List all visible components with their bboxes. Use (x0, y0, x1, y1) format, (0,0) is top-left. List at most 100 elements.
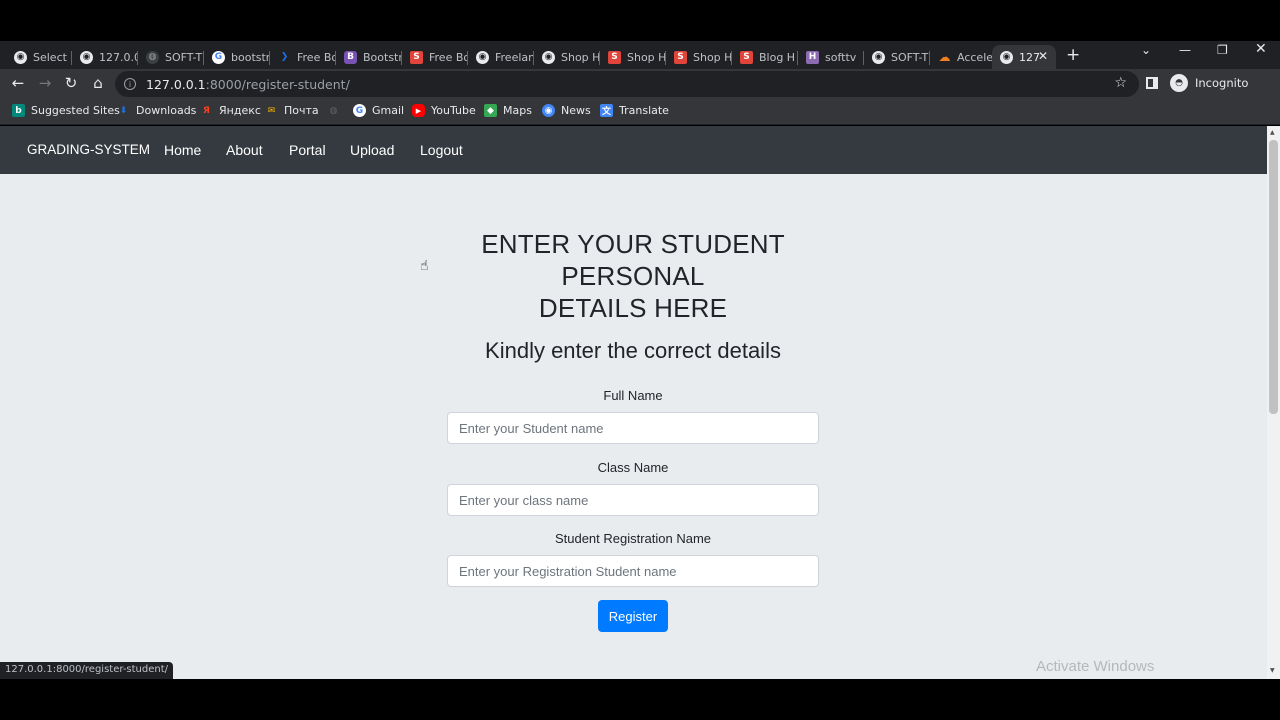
restore-icon[interactable]: ❐ (1217, 43, 1228, 57)
globe-icon: ◉ (1000, 50, 1013, 64)
site-navbar: GRADING-SYSTEM Home About Portal Upload … (0, 126, 1267, 174)
forward-icon[interactable]: → (35, 74, 55, 92)
tab-title: 127.0.0 (99, 50, 138, 64)
bookmark-suggested-sites[interactable]: b Suggested Sites (12, 104, 120, 117)
tab-title: Blog H (759, 50, 796, 64)
url-text[interactable]: 127.0.0.1:8000/register-student/ (146, 77, 350, 92)
tab-search-icon[interactable]: ⌄ (1141, 43, 1151, 57)
bookmark-gmail[interactable]: G Gmail (353, 104, 404, 117)
news-icon: ◉ (542, 104, 555, 117)
site-info-icon[interactable]: i (124, 78, 136, 90)
tab-2[interactable]: ◍ SOFT-T (138, 45, 204, 69)
tab-title: Shop H (561, 50, 600, 64)
bookmark-blank[interactable]: ◍ (327, 104, 346, 117)
google-icon: G (353, 104, 366, 117)
s-logo-icon: S (608, 50, 621, 64)
bookmark-maps[interactable]: ◆ Maps (484, 104, 532, 117)
page-title-line2: DETAILS HERE (538, 293, 728, 323)
tab-4[interactable]: ❯ Free Bo (270, 45, 336, 69)
tab-10[interactable]: S Shop H (666, 45, 732, 69)
registration-name-input[interactable] (447, 555, 819, 587)
bookmarks-bar: b Suggested Sites ⬇ Downloads Я Яндекс ✉ Поч… (0, 99, 1280, 125)
incognito-badge[interactable]: ◓ Incognito (1170, 74, 1248, 92)
registration-name-label: Student Registration Name (554, 531, 712, 546)
tab-title: softtv (825, 50, 857, 64)
world-icon: ◍ (146, 50, 159, 64)
tab-7[interactable]: ◉ Freelan (468, 45, 534, 69)
bookmark-label: Translate (619, 104, 669, 117)
tab-title: Acceler (957, 50, 992, 64)
download-icon: ⬇ (119, 105, 128, 116)
scroll-down-icon[interactable]: ▼ (1270, 667, 1275, 674)
tab-title: Shop H (627, 50, 666, 64)
video-letterbox-top (0, 0, 1280, 41)
tab-active[interactable]: ◉ 127 ✕ (992, 45, 1056, 69)
nav-about[interactable]: About (226, 142, 263, 158)
arrow-logo-icon: ❯ (280, 52, 289, 62)
tab-11[interactable]: S Blog H (732, 45, 798, 69)
nav-home[interactable]: Home (164, 142, 201, 158)
tab-14[interactable]: ☁ Acceler (930, 45, 993, 69)
page-title-line1: ENTER YOUR STUDENT PERSONAL (481, 229, 785, 291)
class-name-input[interactable] (447, 484, 819, 516)
scrollbar-thumb[interactable] (1269, 140, 1278, 414)
tab-title: 127 (1019, 50, 1040, 64)
tab-1[interactable]: ◉ 127.0.0 (72, 45, 138, 69)
page-title: ENTER YOUR STUDENT PERSONAL DETAILS HERE (408, 228, 858, 324)
tab-13[interactable]: ◉ SOFT-T (864, 45, 930, 69)
bookmark-news[interactable]: ◉ News (542, 104, 591, 117)
bookmark-downloads[interactable]: ⬇ Downloads (117, 104, 197, 117)
bookmark-label: Maps (503, 104, 532, 117)
register-button[interactable]: Register (598, 600, 668, 632)
bookmark-youtube[interactable]: ▶ YouTube (412, 104, 476, 117)
tab-title: Shop H (693, 50, 732, 64)
tab-12[interactable]: Hsofttv (798, 45, 864, 69)
translate-icon: 文 (600, 104, 613, 117)
tab-6[interactable]: S Free Bo (402, 45, 468, 69)
mail-icon: ✉ (267, 105, 276, 116)
yandex-icon: Я (203, 105, 210, 116)
tab-5[interactable]: B Bootstr (336, 45, 402, 69)
side-panel-icon[interactable] (1146, 77, 1158, 89)
tab-title: Free Bo (429, 50, 468, 64)
new-tab-icon[interactable]: + (1066, 45, 1080, 65)
s-logo-icon: S (410, 50, 423, 64)
minimize-icon[interactable]: — (1179, 43, 1191, 57)
class-name-label: Class Name (597, 460, 669, 475)
cloud-icon: ☁ (938, 50, 951, 64)
tab-3[interactable]: Gbootstr (204, 45, 270, 69)
bookmark-yandex[interactable]: Я Яндекс (200, 104, 261, 117)
globe-icon: ◉ (80, 50, 93, 64)
bookmark-star-icon[interactable]: ☆ (1114, 75, 1127, 91)
globe-icon: ◉ (14, 50, 27, 64)
tab-title: Freelan (495, 50, 534, 64)
full-name-input[interactable] (447, 412, 819, 444)
bookmark-label: Suggested Sites (31, 104, 120, 117)
close-tab-icon[interactable]: ✕ (1038, 49, 1048, 63)
page-scrollbar[interactable]: ▲ ▼ (1267, 126, 1280, 679)
bookmark-pochta[interactable]: ✉ Почта (265, 104, 319, 117)
bing-icon: b (12, 104, 25, 117)
nav-upload[interactable]: Upload (350, 142, 394, 158)
nav-portal[interactable]: Portal (289, 142, 326, 158)
back-icon[interactable]: ← (8, 74, 28, 92)
tab-title: SOFT-T (165, 50, 203, 64)
scroll-up-icon[interactable]: ▲ (1270, 129, 1275, 136)
bookmark-translate[interactable]: 文 Translate (600, 104, 669, 117)
close-window-icon[interactable]: ✕ (1255, 41, 1267, 57)
tab-8[interactable]: ◉ Shop H (534, 45, 600, 69)
tab-strip: ◉ Select ◉ 127.0.0 ◍ SOFT-T Gbootstr ❯ Free … (0, 41, 1280, 69)
tab-9[interactable]: S Shop H (600, 45, 666, 69)
address-bar[interactable]: i 127.0.0.1:8000/register-student/ ☆ (115, 71, 1139, 97)
incognito-icon: ◓ (1170, 74, 1188, 92)
full-name-label: Full Name (603, 388, 663, 403)
tab-title: Free Bo (297, 50, 336, 64)
nav-brand[interactable]: GRADING-SYSTEM (27, 142, 150, 157)
h-logo-icon: H (806, 50, 819, 64)
globe-icon: ◉ (872, 50, 885, 64)
reload-icon[interactable]: ↻ (61, 74, 81, 92)
bookmark-label: YouTube (431, 104, 476, 117)
tab-0[interactable]: ◉ Select (6, 45, 72, 69)
nav-logout[interactable]: Logout (420, 142, 463, 158)
home-icon[interactable]: ⌂ (88, 74, 108, 92)
